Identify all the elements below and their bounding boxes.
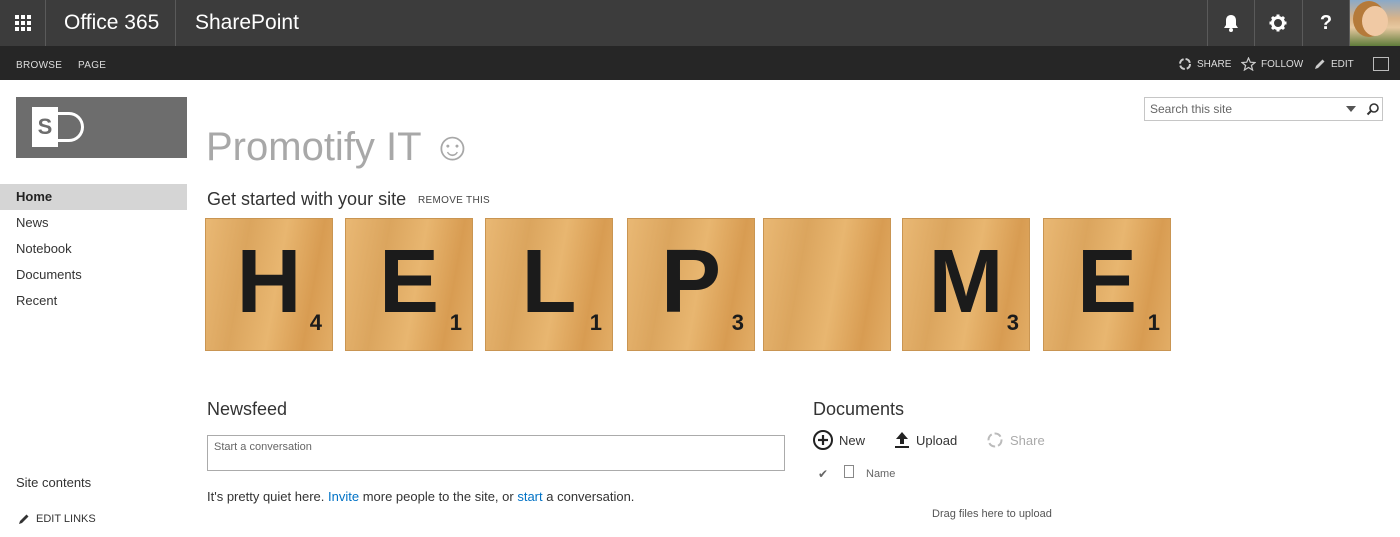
new-label: New [839, 432, 866, 448]
edit-page-button[interactable]: EDIT [1314, 57, 1354, 71]
get-started-tile[interactable]: L 1 [485, 218, 613, 351]
tile-score: 3 [1006, 310, 1019, 335]
select-all-checkmark-icon[interactable]: ✔ [818, 467, 828, 481]
get-started-tile[interactable]: P 3 [627, 218, 755, 351]
start-conversation-link[interactable]: start [517, 489, 542, 504]
quick-launch-nav: Home News Notebook Documents Recent [0, 184, 187, 314]
get-started-tile[interactable]: H 4 [205, 218, 333, 351]
tab-browse[interactable]: BROWSE [16, 46, 62, 86]
page-title: Promotify IT ☺ [206, 125, 473, 169]
nav-item-home[interactable]: Home [0, 184, 187, 210]
search-icon[interactable] [1366, 102, 1380, 116]
share-site-button[interactable]: SHARE [1178, 57, 1231, 71]
new-document-button[interactable]: New [813, 430, 865, 450]
edit-links-button[interactable]: EDIT LINKS [18, 513, 96, 525]
plus-circle-icon [813, 430, 833, 450]
tile-score: 1 [449, 310, 462, 335]
documents-heading: Documents [813, 399, 905, 419]
get-started-heading: Get started with your site [207, 189, 407, 209]
follow-label: FOLLOW [1261, 58, 1304, 70]
get-started-tile[interactable] [763, 218, 891, 351]
remove-this-button[interactable]: REMOVE THIS [418, 195, 490, 206]
newsfeed-empty-message: It's pretty quiet here. Invite more peop… [207, 489, 635, 504]
waffle-icon [14, 15, 31, 31]
nav-item-recent[interactable]: Recent [0, 288, 187, 314]
site-logo[interactable]: S [16, 97, 187, 158]
user-avatar[interactable] [1349, 0, 1400, 46]
star-icon [1241, 57, 1256, 71]
tile-score: 4 [309, 310, 322, 335]
search-box [1144, 97, 1383, 121]
upload-button[interactable]: Upload [894, 430, 957, 450]
pencil-icon [19, 514, 29, 524]
nav-item-documents[interactable]: Documents [0, 262, 187, 288]
edit-links-label: EDIT LINKS [36, 513, 96, 525]
share-icon [1179, 58, 1191, 70]
file-type-icon [844, 465, 854, 478]
get-started-tile[interactable]: M 3 [902, 218, 1030, 351]
help-button[interactable]: ? [1302, 0, 1349, 46]
focus-on-content-button[interactable] [1373, 57, 1389, 71]
sharepoint-logo-icon: S [32, 107, 58, 147]
pencil-icon [1315, 59, 1325, 69]
nav-item-news[interactable]: News [0, 210, 187, 236]
invite-link[interactable]: Invite [328, 489, 359, 504]
drag-drop-hint: Drag files here to upload [932, 508, 1052, 520]
notifications-button[interactable] [1207, 0, 1254, 46]
app-launcher-button[interactable] [0, 0, 46, 46]
tile-score: 1 [589, 310, 602, 335]
gear-icon [1269, 14, 1287, 32]
tile-score: 3 [731, 310, 744, 335]
newsfeed-heading: Newsfeed [207, 399, 288, 419]
start-conversation-input[interactable] [207, 435, 785, 471]
site-contents-link[interactable]: Site contents [16, 475, 91, 490]
tile-score: 1 [1147, 310, 1160, 335]
search-input[interactable] [1145, 98, 1340, 120]
office365-brand-link[interactable]: Office 365 [46, 0, 176, 46]
search-scope-dropdown-icon[interactable] [1346, 106, 1356, 112]
share-label: SHARE [1197, 58, 1232, 70]
share-document-button[interactable]: Share [986, 430, 1045, 450]
bell-icon [1224, 15, 1238, 32]
ribbon-bar: BROWSE PAGE SHARE FOLLOW EDIT [0, 46, 1400, 80]
app-name-link[interactable]: SharePoint [195, 0, 299, 46]
upload-icon [895, 432, 909, 448]
share-label: Share [1010, 432, 1045, 448]
tab-page[interactable]: PAGE [78, 46, 106, 86]
follow-site-button[interactable]: FOLLOW [1241, 57, 1303, 71]
share-icon [987, 432, 1003, 448]
get-started-tile[interactable]: E 1 [345, 218, 473, 351]
upload-label: Upload [916, 432, 958, 448]
nav-item-notebook[interactable]: Notebook [0, 236, 187, 262]
settings-button[interactable] [1254, 0, 1301, 46]
get-started-tile[interactable]: E 1 [1043, 218, 1171, 351]
name-column-header[interactable]: Name [866, 468, 895, 480]
edit-label: EDIT [1331, 58, 1354, 70]
suite-bar: Office 365 SharePoint ? [0, 0, 1400, 46]
